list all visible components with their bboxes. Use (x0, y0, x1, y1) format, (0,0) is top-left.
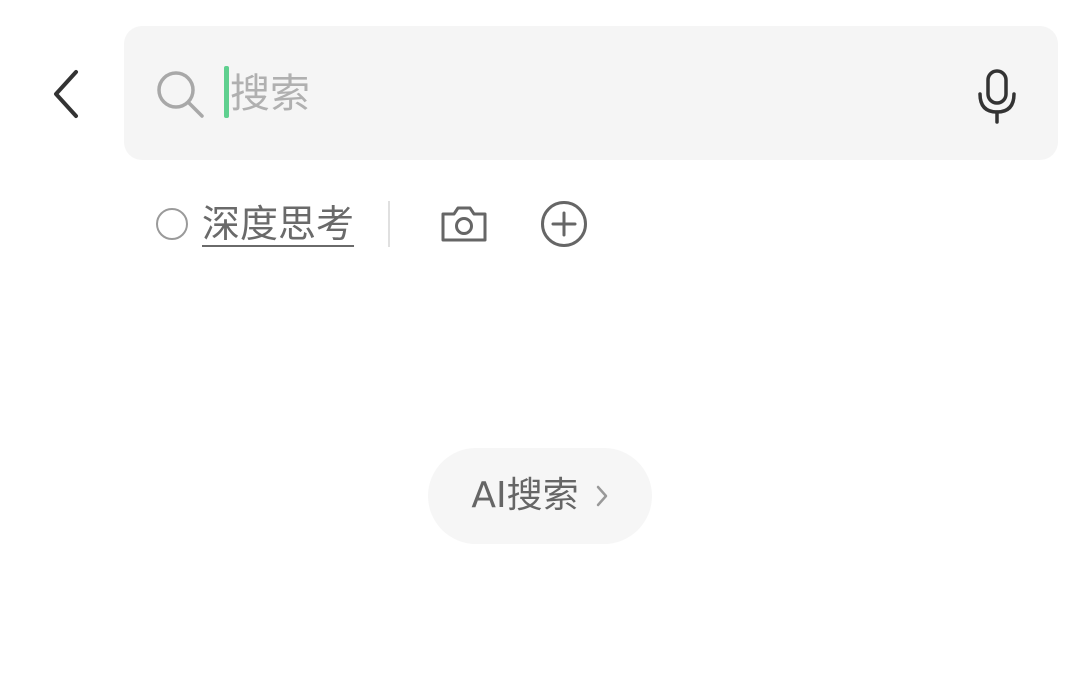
radio-unchecked-icon (156, 208, 188, 240)
search-page: 搜索 深度思考 AI搜索 (0, 0, 1080, 674)
search-options-row: 深度思考 (156, 192, 590, 256)
back-button[interactable] (36, 62, 92, 126)
camera-button[interactable] (438, 198, 490, 250)
chevron-right-icon (595, 484, 609, 508)
camera-icon (441, 206, 487, 242)
deep-think-toggle[interactable]: 深度思考 (156, 200, 354, 248)
deep-think-label: 深度思考 (202, 202, 355, 246)
search-icon (157, 71, 204, 118)
divider (388, 201, 391, 247)
ai-search-button[interactable]: AI搜索 (428, 448, 652, 544)
plus-circle-icon (541, 201, 588, 247)
add-button[interactable] (538, 198, 590, 250)
voice-input-button[interactable] (968, 64, 1026, 128)
ai-search-label: AI搜索 (471, 475, 579, 516)
chevron-left-icon (54, 70, 78, 118)
search-input[interactable] (222, 62, 942, 126)
microphone-icon (978, 69, 1016, 124)
